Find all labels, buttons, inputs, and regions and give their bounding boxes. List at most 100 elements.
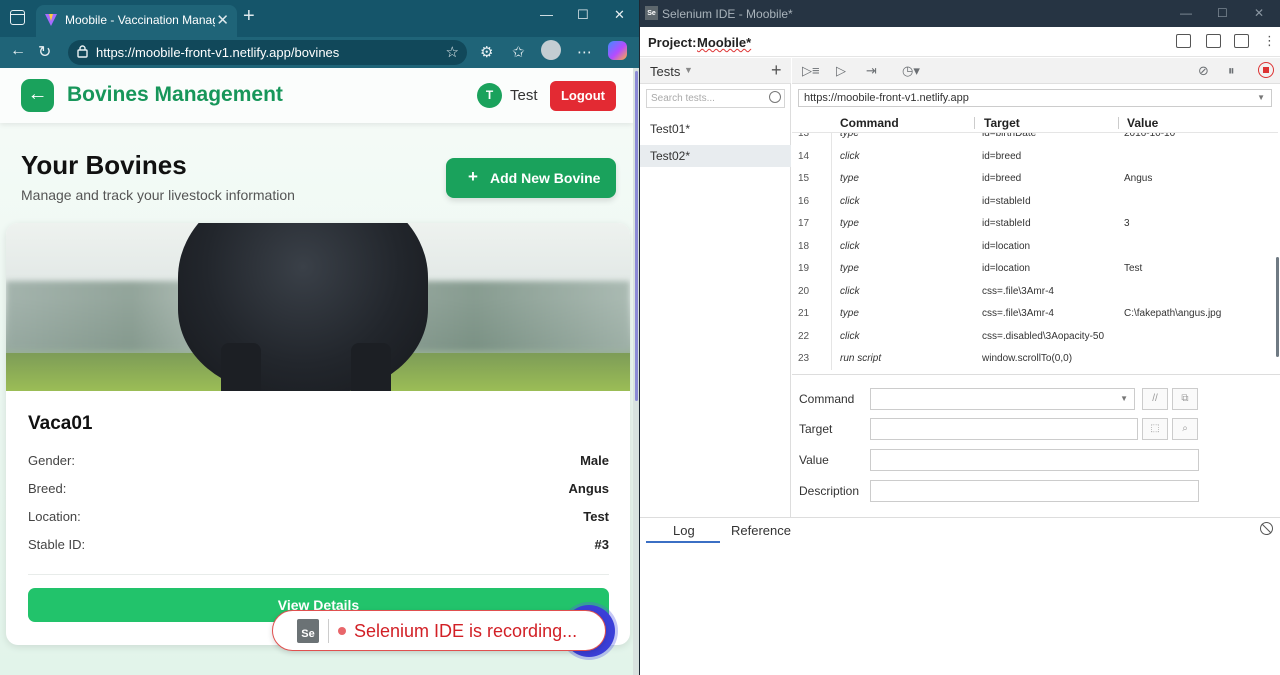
column-header-target: Target (984, 116, 1020, 130)
commands-scrollbar[interactable] (1276, 257, 1279, 357)
profile-avatar-icon[interactable] (541, 40, 561, 60)
command-row[interactable]: 15 type id=breed Angus (792, 167, 1278, 189)
gender-label: Gender: (28, 453, 75, 468)
test-item[interactable]: Test01* (640, 118, 791, 140)
ide-title-bar: Se Selenium IDE - Moobile* — ☐ ✕ (640, 0, 1280, 27)
browser-tab-active[interactable]: Moobile - Vaccination Manageme ✕ (36, 5, 237, 37)
select-target-icon[interactable]: ⬚ (1142, 418, 1168, 440)
plus-icon: + (468, 167, 478, 186)
new-project-icon[interactable] (1176, 34, 1191, 48)
tab-close-icon[interactable]: ✕ (216, 11, 229, 29)
copilot-icon[interactable] (608, 41, 627, 60)
project-name[interactable]: Moobile* (697, 35, 751, 50)
value-input[interactable] (870, 449, 1199, 471)
breed-value: Angus (568, 481, 609, 496)
refresh-icon[interactable]: ↻ (38, 42, 51, 62)
value-cell: Test (1124, 263, 1143, 274)
more-options-icon[interactable]: ⋮ (1263, 33, 1276, 49)
command-input[interactable]: ▼ (870, 388, 1135, 410)
bovine-photo (6, 223, 630, 391)
row-number: 23 (798, 353, 810, 364)
favorites-icon[interactable]: ✩ (512, 43, 525, 61)
tests-header: Tests ▼ + (640, 58, 791, 84)
target-input[interactable] (870, 418, 1138, 440)
target-cell: css=.file\3Amr-4 (982, 285, 1054, 297)
bovine-card: Vaca01 Gender: Male Breed: Angus Locatio… (6, 223, 630, 645)
extensions-icon[interactable]: ⚙ (480, 43, 493, 61)
project-bar: Project: Moobile* ⋮ (640, 27, 1280, 57)
chevron-down-icon[interactable]: ▼ (684, 65, 693, 75)
command-cell: click (840, 285, 860, 297)
more-icon[interactable]: ⋯ (577, 43, 592, 61)
target-cell: id=breed (982, 173, 1022, 184)
command-row[interactable]: 16 click id=stableId (792, 190, 1278, 212)
stop-recording-icon[interactable] (1258, 62, 1274, 78)
back-icon[interactable]: ← (10, 42, 26, 60)
command-row[interactable]: 19 type id=location Test (792, 257, 1278, 279)
tab-log[interactable]: Log (673, 523, 695, 538)
comment-out-button[interactable]: // (1142, 388, 1168, 410)
ide-maximize-icon[interactable]: ☐ (1217, 6, 1228, 20)
command-row[interactable]: 14 click id=breed (792, 145, 1278, 167)
clear-log-icon[interactable] (1260, 522, 1273, 535)
ide-minimize-icon[interactable]: — (1180, 6, 1192, 20)
command-cell: type (840, 308, 859, 319)
test-item-selected[interactable]: Test02* (640, 145, 791, 167)
run-all-tests-icon[interactable]: ▷≡ (802, 63, 820, 79)
favorite-star-icon[interactable]: ☆ (446, 43, 459, 61)
add-new-bovine-button[interactable]: + Add New Bovine (446, 158, 616, 198)
pause-on-exceptions-icon[interactable]: ⏸ (1228, 63, 1235, 79)
tab-reference[interactable]: Reference (731, 523, 791, 538)
add-test-icon[interactable]: + (771, 60, 782, 81)
new-tab-icon[interactable]: + (243, 5, 255, 28)
command-row[interactable]: 18 click id=location (792, 235, 1278, 257)
maximize-icon[interactable]: ☐ (577, 7, 589, 23)
command-cell: click (840, 330, 860, 342)
logout-button[interactable]: Logout (550, 81, 616, 111)
command-cell: click (840, 240, 860, 252)
page-scrollbar-thumb[interactable] (635, 71, 638, 401)
open-project-icon[interactable] (1206, 34, 1221, 48)
search-tests-input[interactable]: Search tests... (646, 89, 785, 108)
run-current-test-icon[interactable]: ▷ (836, 63, 846, 79)
ide-window-title: Selenium IDE - Moobile* (662, 7, 793, 21)
selenium-logo-icon: Se (297, 619, 319, 643)
step-over-icon[interactable]: ⇥ (866, 63, 877, 79)
tests-dropdown[interactable]: Tests (650, 64, 680, 79)
command-row[interactable]: 20 click css=.file\3Amr-4 (792, 280, 1278, 302)
page-heading: Your Bovines (21, 150, 187, 180)
row-number: 22 (798, 330, 810, 342)
disable-breakpoints-icon[interactable]: ⊘ (1198, 63, 1209, 79)
sidebar-toggle-icon[interactable] (10, 10, 25, 25)
target-cell: id=breed (982, 150, 1022, 162)
test-execution-speed-icon[interactable]: ◷▾ (902, 63, 920, 79)
command-cell: type (840, 218, 859, 229)
row-number: 15 (798, 173, 810, 184)
stable-id-label: Stable ID: (28, 537, 86, 552)
browser-tab-bar: Moobile - Vaccination Manageme ✕ + — ☐ ✕ (0, 0, 639, 37)
commands-table: Command Target Value 13 type id=birthDate 2… (792, 114, 1278, 370)
base-url-select[interactable]: https://moobile-front-v1.netlify.app ▼ (798, 89, 1272, 107)
command-row[interactable]: 17 type id=stableId 3 (792, 212, 1278, 234)
close-window-icon[interactable]: ✕ (614, 7, 625, 23)
app-header: ← Bovines Management T Test Logout (0, 68, 633, 123)
command-row[interactable]: 23 run script window.scrollTo(0,0) (792, 347, 1278, 369)
minimize-icon[interactable]: — (540, 7, 553, 22)
gender-value: Male (580, 453, 609, 468)
target-label: Target (799, 422, 833, 436)
screen: Moobile - Vaccination Manageme ✕ + — ☐ ✕… (0, 0, 1280, 675)
open-docs-icon[interactable]: ⧉ (1172, 388, 1198, 410)
find-target-icon[interactable]: ⌕ (1172, 418, 1198, 440)
description-input[interactable] (870, 480, 1199, 502)
command-row[interactable]: 22 click css=.disabled\3Aopacity-50 (792, 325, 1278, 347)
save-project-icon[interactable] (1234, 34, 1249, 48)
vite-favicon-icon (45, 14, 57, 26)
stable-id-value: #3 (594, 537, 609, 552)
selenium-ide-window: Se Selenium IDE - Moobile* — ☐ ✕ Project… (640, 0, 1280, 675)
address-bar[interactable]: https://moobile-front-v1.netlify.app/bov… (68, 40, 467, 65)
browser-window: Moobile - Vaccination Manageme ✕ + — ☐ ✕… (0, 0, 639, 675)
ide-close-icon[interactable]: ✕ (1254, 6, 1264, 20)
app-back-button[interactable]: ← (21, 79, 54, 112)
command-row[interactable]: 21 type css=.file\3Amr-4 C:\fakepath\angus.… (792, 302, 1278, 324)
app-title: Bovines Management (67, 83, 283, 106)
